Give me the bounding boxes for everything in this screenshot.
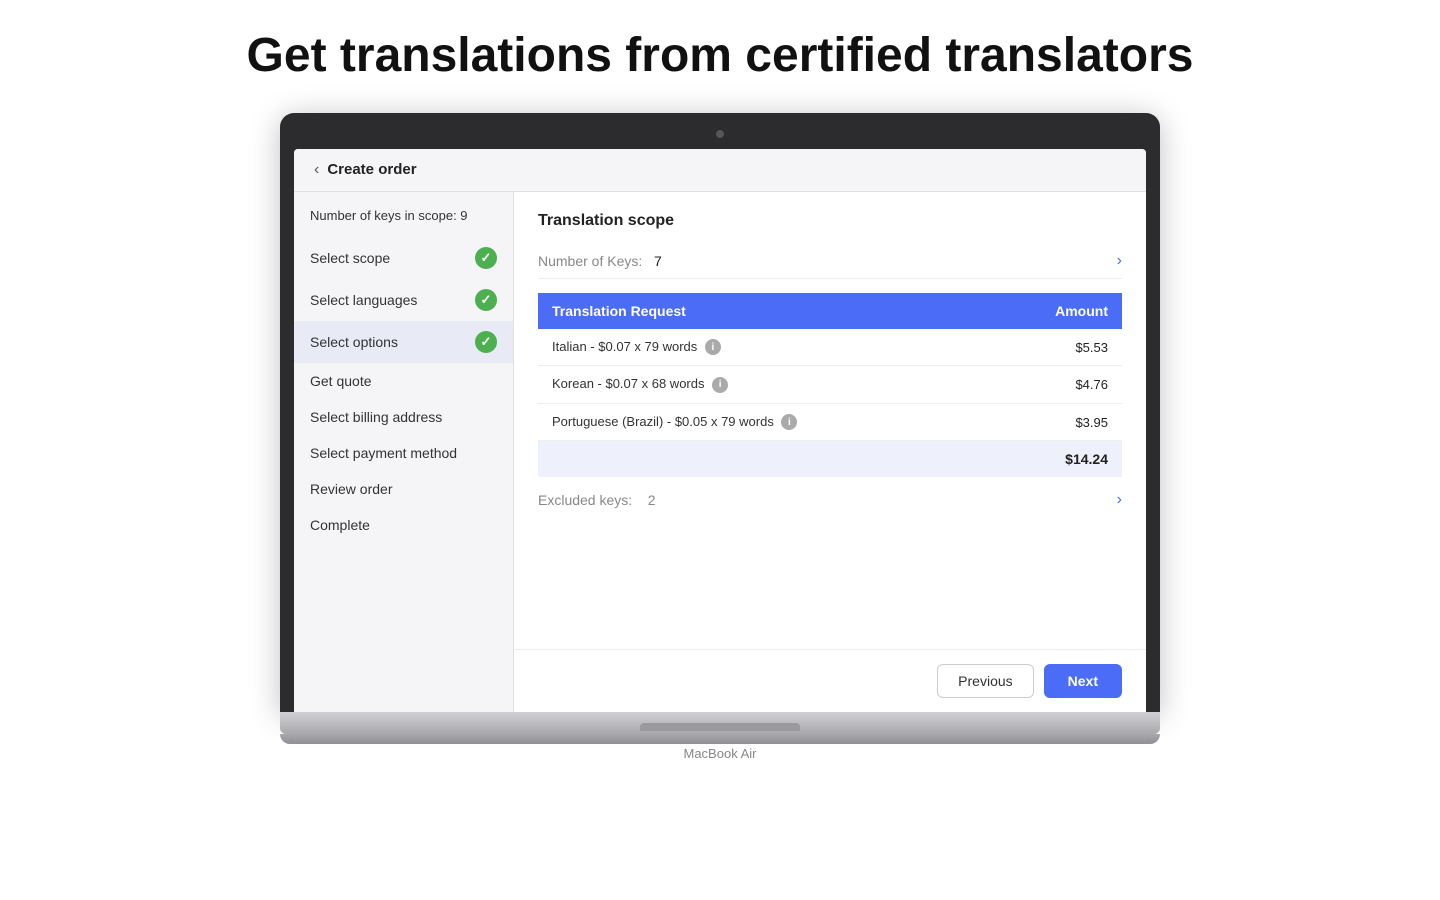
laptop-notch [640, 723, 800, 731]
sidebar-keys-info: Number of keys in scope: 9 [294, 208, 513, 237]
app-header-title: Create order [327, 161, 416, 178]
translation-table: Translation Request Amount Italian - $0.… [538, 293, 1122, 478]
laptop-screen: ‹ Create order Number of keys in scope: … [294, 149, 1146, 712]
number-of-keys-value: 7 [654, 253, 662, 269]
app-body: Number of keys in scope: 9 Select scopeS… [294, 192, 1146, 712]
check-icon-0 [475, 247, 497, 269]
table-footer: $14.24 [538, 441, 1122, 478]
sidebar-item-3[interactable]: Get quote [294, 363, 513, 399]
macbook-label: MacBook Air [280, 746, 1160, 761]
table-row-0: Italian - $0.07 x 79 words i$5.53 [538, 329, 1122, 366]
info-icon-2[interactable]: i [781, 414, 797, 430]
sidebar-item-label-0: Select scope [310, 250, 390, 266]
sidebar-item-1[interactable]: Select languages [294, 279, 513, 321]
sidebar-item-7[interactable]: Complete [294, 507, 513, 543]
number-of-keys-label: Number of Keys: 7 [538, 253, 662, 269]
number-of-keys-row: Number of Keys: 7 › [538, 244, 1122, 279]
camera-bar [294, 127, 1146, 141]
laptop-foot [280, 734, 1160, 744]
total-amount: $14.24 [989, 441, 1122, 478]
row-request-2: Portuguese (Brazil) - $0.05 x 79 words i [538, 403, 989, 441]
info-icon-1[interactable]: i [712, 377, 728, 393]
laptop-base [280, 712, 1160, 734]
main-panel: Translation scope Number of Keys: 7 › [514, 192, 1146, 712]
sidebar-item-5[interactable]: Select payment method [294, 435, 513, 471]
laptop-screen-outer: ‹ Create order Number of keys in scope: … [280, 113, 1160, 712]
sidebar-item-label-7: Complete [310, 517, 370, 533]
check-icon-1 [475, 289, 497, 311]
main-content: Translation scope Number of Keys: 7 › [514, 192, 1146, 649]
sidebar-item-6[interactable]: Review order [294, 471, 513, 507]
excluded-keys-label: Excluded keys: 2 [538, 492, 656, 508]
sidebar-item-4[interactable]: Select billing address [294, 399, 513, 435]
check-icon-2 [475, 331, 497, 353]
col-request: Translation Request [538, 293, 989, 329]
sidebar-item-label-6: Review order [310, 481, 392, 497]
page-headline: Get translations from certified translat… [247, 30, 1194, 83]
sidebar: Number of keys in scope: 9 Select scopeS… [294, 192, 514, 712]
table-row-1: Korean - $0.07 x 68 words i$4.76 [538, 366, 1122, 404]
sidebar-item-label-2: Select options [310, 334, 398, 350]
sidebar-item-0[interactable]: Select scope [294, 237, 513, 279]
camera-dot [716, 130, 724, 138]
table-row-2: Portuguese (Brazil) - $0.05 x 79 words i… [538, 403, 1122, 441]
sidebar-item-label-4: Select billing address [310, 409, 442, 425]
excluded-keys-row: Excluded keys: 2 › [538, 481, 1122, 519]
previous-button[interactable]: Previous [937, 664, 1033, 698]
app-header: ‹ Create order [294, 149, 1146, 192]
next-button[interactable]: Next [1044, 664, 1122, 698]
row-amount-2: $3.95 [989, 403, 1122, 441]
section-title: Translation scope [538, 212, 1122, 230]
sidebar-item-label-3: Get quote [310, 373, 372, 389]
sidebar-items-container: Select scope Select languages Select optio… [294, 237, 513, 543]
row-request-0: Italian - $0.07 x 79 words i [538, 329, 989, 366]
sidebar-item-label-5: Select payment method [310, 445, 457, 461]
table-body: Italian - $0.07 x 79 words i$5.53Korean … [538, 329, 1122, 441]
footer-actions: Previous Next [514, 649, 1146, 712]
back-button[interactable]: ‹ [314, 161, 319, 179]
laptop-wrapper: ‹ Create order Number of keys in scope: … [280, 113, 1160, 761]
table-total-row: $14.24 [538, 441, 1122, 478]
excluded-keys-chevron[interactable]: › [1117, 491, 1122, 509]
sidebar-item-label-1: Select languages [310, 292, 417, 308]
excluded-keys-value: 2 [648, 492, 656, 508]
info-icon-0[interactable]: i [705, 339, 721, 355]
number-of-keys-chevron[interactable]: › [1117, 252, 1122, 270]
sidebar-item-2[interactable]: Select options [294, 321, 513, 363]
table-header: Translation Request Amount [538, 293, 1122, 329]
row-amount-1: $4.76 [989, 366, 1122, 404]
col-amount: Amount [989, 293, 1122, 329]
row-amount-0: $5.53 [989, 329, 1122, 366]
total-empty-cell [538, 441, 989, 478]
row-request-1: Korean - $0.07 x 68 words i [538, 366, 989, 404]
